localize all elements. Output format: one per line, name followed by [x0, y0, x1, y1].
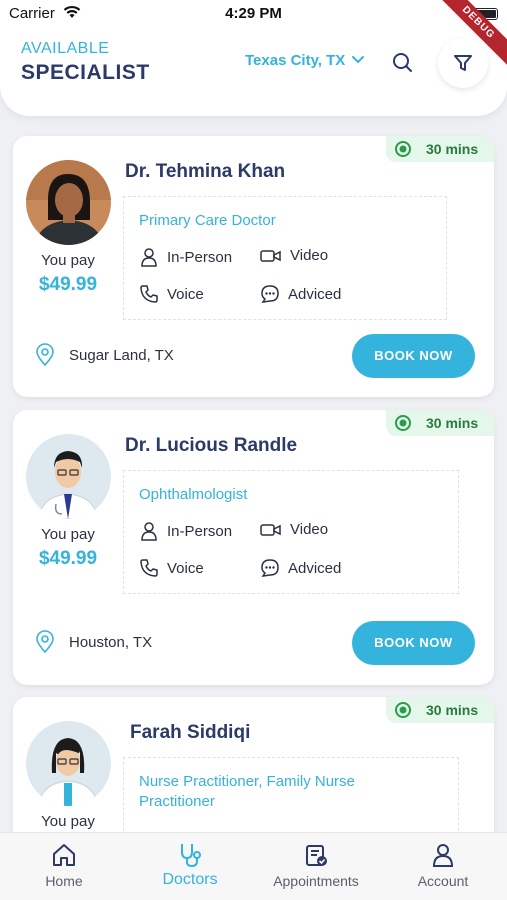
you-pay-label: You pay: [41, 526, 95, 543]
nav-label: Appointments: [273, 873, 359, 889]
appointments-icon: [261, 841, 371, 869]
mode-label: Video: [290, 247, 329, 264]
video-camera-icon: [260, 249, 281, 262]
search-icon: [393, 53, 412, 72]
chat-bubble-icon: [261, 285, 279, 303]
page-title-line1: AVAILABLE: [21, 40, 110, 57]
mode-video: Video: [260, 247, 328, 264]
duration-badge: 30 mins: [386, 697, 494, 723]
book-now-button[interactable]: BOOK NOW: [352, 621, 475, 665]
nav-doctors[interactable]: Doctors: [135, 841, 245, 889]
nav-appointments[interactable]: Appointments: [261, 841, 371, 889]
duration-label: 30 mins: [426, 702, 479, 718]
book-now-button[interactable]: BOOK NOW: [352, 334, 475, 378]
nav-label: Doctors: [162, 871, 218, 888]
location-text: Houston, TX: [69, 633, 153, 651]
doctor-avatar: [26, 434, 111, 519]
doctor-location: Houston, TX: [35, 630, 152, 654]
page-title-line2: SPECIALIST: [21, 61, 150, 84]
mode-label: Video: [290, 521, 329, 538]
person-icon: [141, 248, 157, 267]
doctor-card[interactable]: 30 mins You pay $49.99 Dr. Tehmina Khan …: [13, 136, 494, 397]
video-camera-icon: [260, 523, 281, 536]
map-pin-icon: [36, 630, 54, 654]
doctor-name: Dr. Tehmina Khan: [125, 161, 286, 182]
mode-label: Voice: [167, 559, 204, 577]
price: $49.99: [38, 548, 98, 569]
radio-dot-icon: [395, 415, 411, 431]
filter-button[interactable]: [438, 38, 488, 88]
radio-dot-icon: [395, 702, 411, 718]
doctor-name: Dr. Lucious Randle: [125, 435, 298, 456]
location-text: Sugar Land, TX: [69, 346, 174, 364]
mode-adviced: Adviced: [260, 558, 341, 578]
nav-label: Account: [417, 873, 469, 889]
consult-details: Ophthalmologist In-Person Video Voice Ad…: [123, 470, 459, 594]
doctor-name: Farah Siddiqi: [130, 722, 251, 743]
chevron-down-icon: [351, 52, 365, 69]
status-bar: Carrier 4:29 PM: [0, 0, 507, 28]
doctor-avatar: [26, 721, 111, 806]
price: $49.99: [38, 274, 98, 295]
nav-home[interactable]: Home: [9, 841, 119, 889]
mode-in-person: In-Person: [139, 247, 232, 267]
specialty: Primary Care Doctor: [139, 212, 276, 229]
phone-icon: [140, 285, 158, 303]
mode-label: Adviced: [288, 285, 342, 303]
person-icon: [141, 522, 157, 541]
location-dropdown[interactable]: Texas City, TX: [245, 52, 365, 69]
chat-bubble-icon: [261, 559, 279, 577]
mode-voice: Voice: [139, 558, 204, 578]
duration-label: 30 mins: [426, 141, 479, 157]
duration-label: 30 mins: [426, 415, 479, 431]
home-icon: [9, 841, 119, 869]
location-label: Texas City, TX: [245, 52, 346, 69]
stethoscope-icon: [135, 841, 245, 869]
clock: 4:29 PM: [225, 5, 282, 22]
duration-badge: 30 mins: [386, 410, 494, 436]
map-pin-icon: [36, 343, 54, 367]
phone-icon: [140, 559, 158, 577]
specialty-line2: Practitioner: [139, 793, 215, 810]
mode-adviced: Adviced: [260, 284, 341, 304]
radio-dot-icon: [395, 141, 411, 157]
mode-voice: Voice: [139, 284, 204, 304]
specialty-line1: Nurse Practitioner, Family Nurse: [139, 773, 355, 790]
account-icon: [388, 841, 498, 869]
filter-icon: [454, 55, 472, 71]
mode-label: Adviced: [288, 559, 342, 577]
header: AVAILABLE SPECIALIST Texas City, TX: [0, 28, 507, 116]
you-pay-label: You pay: [41, 252, 95, 269]
nav-label: Home: [45, 873, 83, 889]
mode-label: Voice: [167, 285, 204, 303]
mode-label: In-Person: [167, 248, 233, 266]
search-button[interactable]: [390, 50, 416, 76]
mode-video: Video: [260, 521, 328, 538]
you-pay-label: You pay: [41, 813, 95, 830]
specialty: Ophthalmologist: [139, 486, 248, 503]
consult-details: Primary Care Doctor In-Person Video Voic…: [123, 196, 447, 320]
nav-account[interactable]: Account: [388, 841, 498, 889]
bottom-nav: Home Doctors Appointments Account: [0, 832, 507, 900]
mode-in-person: In-Person: [139, 521, 232, 541]
duration-badge: 30 mins: [386, 136, 494, 162]
doctor-avatar: [26, 160, 111, 245]
mode-label: In-Person: [167, 522, 233, 540]
doctor-card[interactable]: 30 mins You pay $49.99 Dr. Lucious Randl…: [13, 410, 494, 685]
doctor-location: Sugar Land, TX: [35, 343, 174, 367]
